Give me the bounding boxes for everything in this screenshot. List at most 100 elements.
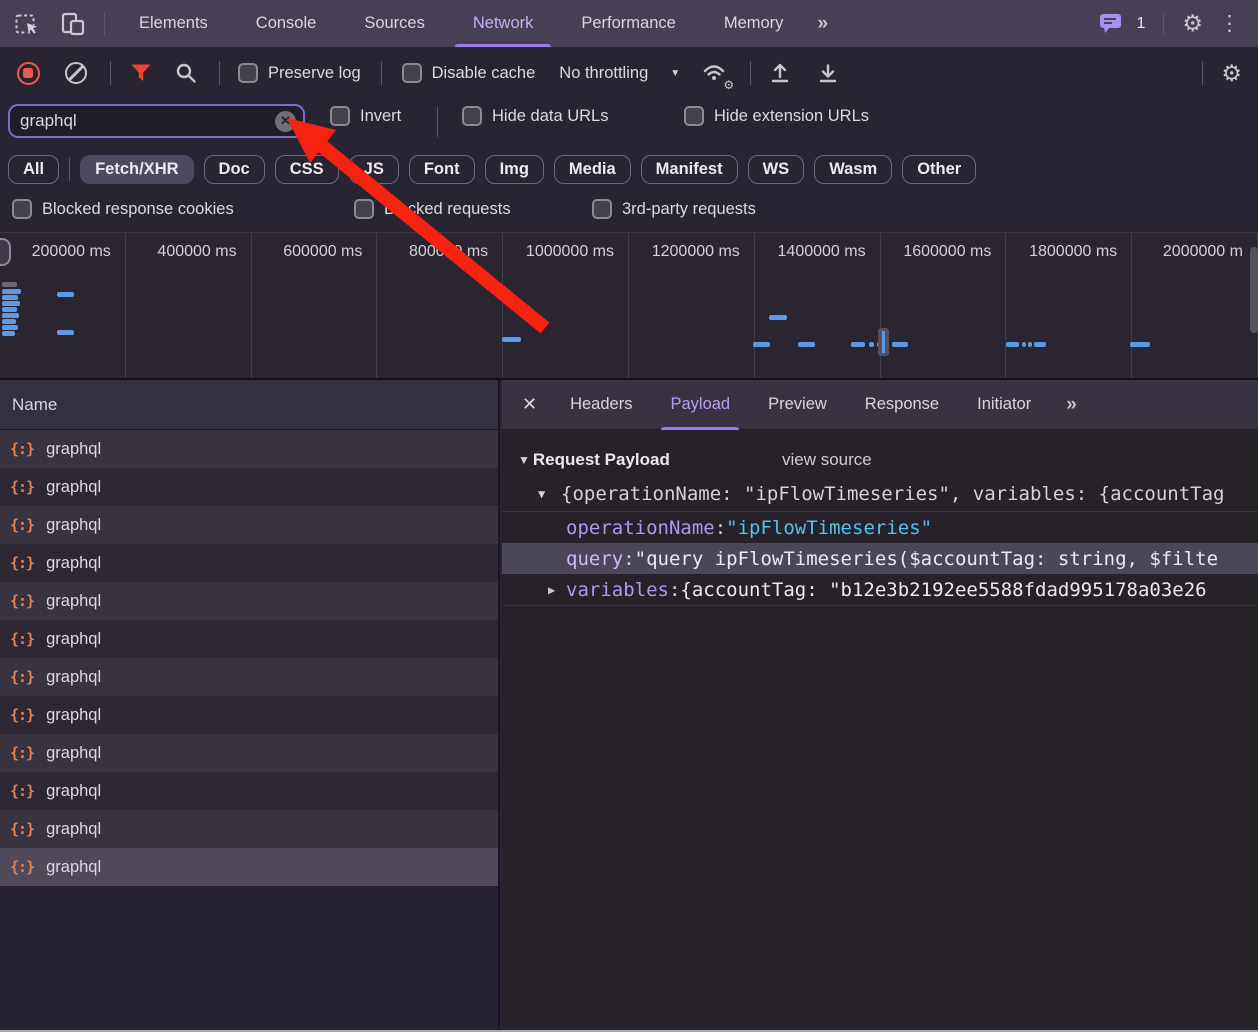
clear-filter-icon[interactable]: ✕ [275,111,296,132]
devtools-window: ElementsConsoleSourcesNetworkPerformance… [0,0,1258,1032]
chip-fetch-xhr[interactable]: Fetch/XHR [80,155,193,184]
kebab-menu-icon[interactable]: ⋮ [1213,11,1246,36]
tab-network[interactable]: Network [449,0,558,47]
view-source-link[interactable]: view source [782,450,872,470]
chip-font[interactable]: Font [409,155,475,184]
timeline-activity-bar [869,342,874,347]
extra-filter-checkboxes: Blocked response cookiesBlocked requests… [0,190,1258,232]
filter-text-input[interactable] [10,111,275,131]
chip-js[interactable]: JS [349,155,399,184]
network-request-row[interactable]: {:}graphql [0,810,498,848]
network-request-row[interactable]: {:}graphql [0,544,498,582]
name-column-header-label: Name [12,395,57,415]
invert-checkbox[interactable] [330,106,350,126]
search-icon[interactable] [171,58,201,88]
property-value: "query ipFlowTimeseries($accountTag: str… [635,548,1218,570]
network-conditions-icon[interactable]: ⚙ [700,58,730,88]
payload-root-preview[interactable]: ▼ {operationName: "ipFlowTimeseries", va… [502,477,1258,511]
request-name: graphql [46,782,101,801]
clear-network-log-button[interactable] [65,62,87,84]
extra-filter-checkbox[interactable] [12,199,32,219]
network-settings-gear-icon[interactable]: ⚙ [1221,62,1242,85]
filter-funnel-icon[interactable] [126,58,156,88]
network-request-row[interactable]: {:}graphql [0,430,498,468]
property-key: variables [566,579,669,601]
details-more-tabs-icon[interactable]: » [1056,394,1087,416]
extra-filter-checkbox[interactable] [354,199,374,219]
details-tab-headers[interactable]: Headers [551,380,651,430]
payload-property-row[interactable]: query: "query ipFlowTimeseries($accountT… [502,543,1258,574]
throttling-dropdown[interactable]: No throttling ▼ [559,64,680,83]
preserve-log-checkbox[interactable] [238,63,258,83]
chip-manifest[interactable]: Manifest [641,155,738,184]
tab-sources[interactable]: Sources [340,0,449,47]
tab-performance[interactable]: Performance [557,0,699,47]
request-payload-section-header[interactable]: ▼ Request Payload view source [502,443,1258,477]
network-request-row[interactable]: {:}graphql [0,848,498,886]
request-list-panel: Name {:}graphql{:}graphql{:}graphql{:}gr… [0,380,500,1032]
details-tab-preview[interactable]: Preview [749,380,846,430]
payload-property-row[interactable]: ▶variables: {accountTag: "b12e3b2192ee55… [502,574,1258,605]
network-request-row[interactable]: {:}graphql [0,658,498,696]
divider [437,107,438,137]
network-request-row[interactable]: {:}graphql [0,734,498,772]
timeline-left-grip[interactable] [0,238,11,266]
extra-filter-checkbox[interactable] [592,199,612,219]
issues-bubble-icon[interactable] [1096,9,1126,39]
issues-count[interactable]: 1 [1136,15,1145,33]
details-tab-initiator[interactable]: Initiator [958,380,1050,430]
expander-right-icon[interactable]: ▶ [548,583,555,597]
network-request-row[interactable]: {:}graphql [0,772,498,810]
request-type-chips: All Fetch/XHR Doc CSS JS Font Img Media Manifest… [0,148,1258,190]
json-braces-icon: {:} [10,744,34,762]
import-har-icon[interactable] [765,58,795,88]
timeline-selection-marker[interactable] [878,328,889,356]
name-column-header[interactable]: Name [0,380,498,430]
network-overview-timeline[interactable]: 200000 ms400000 ms600000 ms800000 ms1000… [0,232,1258,380]
section-expander-icon[interactable]: ▼ [518,453,530,467]
invert-control: Invert [330,106,401,126]
timeline-scroll-handle[interactable] [1250,247,1258,333]
timeline-activity-bar [798,342,815,347]
record-network-log-button[interactable] [17,62,40,85]
chip-media[interactable]: Media [554,155,631,184]
network-request-row[interactable]: {:}graphql [0,582,498,620]
chip-wasm[interactable]: Wasm [814,155,892,184]
details-tab-response[interactable]: Response [846,380,958,430]
request-name: graphql [46,668,101,687]
timeline-activity-bar [2,325,18,330]
chip-css[interactable]: CSS [275,155,339,184]
network-request-row[interactable]: {:}graphql [0,506,498,544]
device-toolbar-icon[interactable] [58,9,88,39]
network-request-row[interactable]: {:}graphql [0,620,498,658]
export-har-icon[interactable] [813,58,843,88]
request-name: graphql [46,478,101,497]
hide-extension-urls-checkbox[interactable] [684,106,704,126]
chip-doc[interactable]: Doc [204,155,265,184]
disable-cache-checkbox[interactable] [402,63,422,83]
details-tab-payload[interactable]: Payload [651,380,749,430]
tab-console[interactable]: Console [232,0,341,47]
divider [110,61,111,85]
chip-ws[interactable]: WS [748,155,805,184]
tab-memory[interactable]: Memory [700,0,808,47]
close-details-icon[interactable]: ✕ [502,394,551,415]
settings-gear-icon[interactable]: ⚙ [1182,12,1203,35]
more-tabs-icon[interactable]: » [807,13,838,35]
hide-data-urls-checkbox[interactable] [462,106,482,126]
payload-property-row[interactable]: operationName: "ipFlowTimeseries" [502,512,1258,543]
timeline-activity-bar [2,301,20,306]
root-expander-icon[interactable]: ▼ [538,487,545,501]
chip-other[interactable]: Other [902,155,976,184]
inspect-element-icon[interactable] [12,9,42,39]
chip-all[interactable]: All [8,155,59,184]
details-tab-strip: ✕ HeadersPayloadPreviewResponseInitiator… [502,380,1258,430]
network-filter-row: ✕ Invert Hide data URLs Hide extension U… [0,98,1258,148]
chip-img[interactable]: Img [485,155,544,184]
json-braces-icon: {:} [10,440,34,458]
timeline-activity-bar [2,289,21,294]
network-request-row[interactable]: {:} graphql [0,468,498,506]
network-request-row[interactable]: {:}graphql [0,696,498,734]
tab-elements[interactable]: Elements [115,0,232,47]
json-braces-icon: {:} [10,478,34,496]
